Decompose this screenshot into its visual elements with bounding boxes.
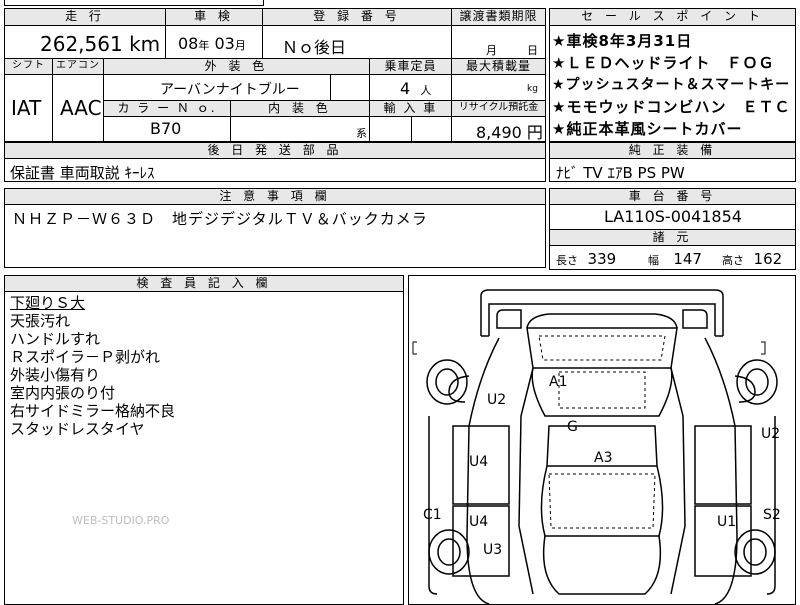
damage-mark-u4-upper: U4 (469, 454, 488, 470)
max-load-unit: kg (527, 84, 538, 94)
exterior-color-header: 外 装 色 (104, 59, 369, 74)
damage-mark-c1: C1 (423, 507, 442, 523)
damage-mark-s2: S2 (763, 507, 781, 523)
sales-points-header: セ ー ル ス ポ イ ン ト (550, 9, 795, 25)
mileage-header: 走 行 (5, 9, 165, 25)
watermark: WEB-STUDIO.PRO (72, 514, 170, 527)
vehicle-info-block (4, 8, 546, 142)
car-diagram-panel: A1 G A3 U2 U2 U4 U4 U1 C1 S2 U3 (408, 275, 796, 605)
damage-mark-u2-left: U2 (487, 392, 506, 408)
transfer-month-unit: 月 (486, 44, 497, 57)
sales-point-item: ★モモウッドコンビハン ＥＴＣ (552, 98, 791, 116)
interior-color-suffix: 系 (356, 127, 367, 140)
recycle-value: 8,490 円 (476, 123, 543, 142)
capacity-value: 4 人 (400, 79, 432, 98)
shift-header: シフト (5, 59, 52, 74)
top-filler-cells (4, 0, 264, 6)
sales-point-item: ★プッシュスタート＆スマートキー (552, 77, 791, 93)
import-header: 輸 入 車 (370, 101, 451, 116)
remark-line: Ｒスポイラ－Ｐ剥がれ (10, 348, 161, 366)
damage-mark-a1: A1 (549, 374, 567, 390)
inspection-value: 08年 03月 (178, 34, 246, 53)
chassis-header: 車 台 番 号 (550, 189, 795, 204)
transfer-deadline-header: 譲渡書類期限 (452, 9, 545, 25)
mileage-value: 262,561 km (40, 32, 161, 56)
aircon-value: AAC (60, 96, 102, 120)
remark-line: ハンドルすれ (10, 330, 101, 348)
aircon-header: エアコン (53, 59, 103, 74)
dimensions-height: 高さ 162 (722, 250, 783, 268)
dimensions-header: 諸 元 (550, 230, 795, 245)
inspection-header: 車 検 (166, 9, 262, 25)
car-diagram: A1 G A3 U2 U2 U4 U4 U1 C1 S2 U3 (412, 289, 781, 604)
recycle-header: リサイクル預託金 (452, 101, 545, 116)
capacity-header: 乗車定員 (370, 59, 451, 74)
color-no-header: カ ラ ー Ｎ ｏ. (104, 101, 230, 116)
remark-line: 下廻りＳ大 (10, 294, 86, 312)
later-items-value: 保証書 車両取説 ｷｰﾚｽ (10, 164, 155, 182)
notes-header: 注 意 事 項 欄 (5, 189, 545, 204)
genuine-equipment-value: ﾅﾋﾞ TV ｴｱB PS PW (556, 164, 685, 182)
transfer-day-unit: 日 (527, 44, 538, 57)
chassis-value: LA110S-0041854 (604, 207, 742, 226)
exterior-color-value: アーバンナイトブルー (160, 82, 300, 98)
damage-mark-u1: U1 (717, 514, 736, 530)
inspector-header: 検 査 員 記 入 欄 (5, 276, 403, 291)
sales-point-item: ★車検8年3月31日 (552, 32, 693, 50)
notes-value: ＮＨＺＰ－Ｗ６３Ｄ 地デジデジタルＴＶ＆バックカメラ (12, 210, 428, 228)
sales-point-item: ★純正本革風シートカバー (552, 120, 743, 138)
dimensions-width: 幅 147 (648, 250, 702, 268)
remark-line: 外装小傷有り (10, 366, 101, 384)
registration-header: 登 録 番 号 (263, 9, 451, 25)
damage-mark-u4-lower: U4 (469, 514, 488, 530)
genuine-equipment-header: 純 正 装 備 (550, 143, 795, 158)
later-items-header: 後 日 発 送 部 品 (5, 143, 545, 158)
shift-value: IAT (11, 96, 42, 120)
registration-value: Ｎｏ後日 (282, 38, 347, 57)
remark-line: 室内内張のり付 (10, 384, 116, 402)
damage-mark-u2-right: U2 (761, 426, 780, 442)
damage-mark-a3: A3 (594, 450, 612, 466)
color-no-value: B70 (150, 119, 182, 138)
sales-point-item: ★ＬＥＤヘッドライト ＦＯＧ (552, 54, 775, 72)
remark-line: スタッドレスタイヤ (10, 420, 145, 438)
remark-line: 右サイドミラー格納不良 (10, 402, 176, 420)
interior-color-header: 内 装 色 (231, 101, 369, 116)
damage-mark-u3: U3 (483, 542, 502, 558)
remark-line: 天張汚れ (10, 312, 71, 330)
max-load-header: 最大積載量 (452, 59, 545, 74)
dimensions-row: 長さ 339 (556, 250, 617, 268)
damage-mark-g: G (567, 419, 578, 435)
